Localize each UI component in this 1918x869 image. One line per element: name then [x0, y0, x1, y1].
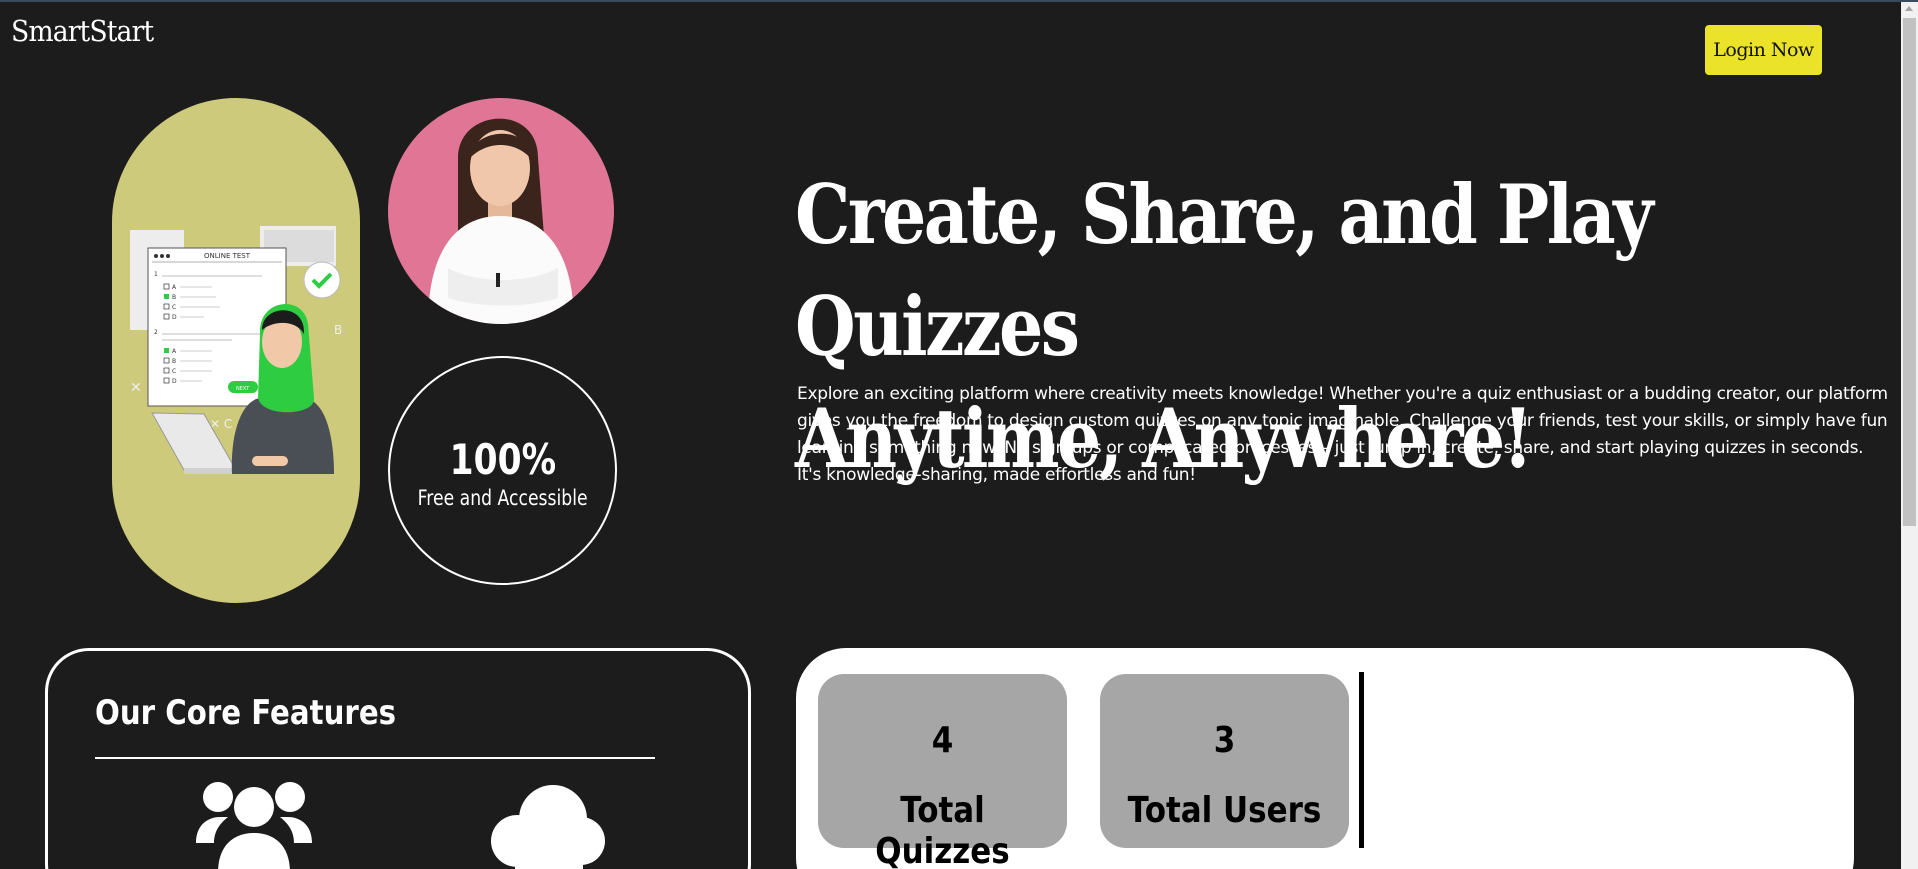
hero-description: Explore an exciting platform where creat… — [797, 384, 1888, 485]
svg-text:D: D — [172, 314, 177, 321]
svg-text:2: 2 — [154, 329, 158, 336]
svg-text:✕ C: ✕ C — [210, 417, 232, 431]
total-quizzes-value: 4 — [931, 720, 954, 761]
scroll-thumb[interactable] — [1903, 18, 1916, 526]
total-quizzes-label: Total Quizzes — [875, 790, 1010, 869]
total-users-card: 3 Total Users — [1100, 674, 1349, 848]
page-scrollbar[interactable] — [1901, 2, 1918, 869]
badge-label: Free and Accessible — [417, 486, 588, 510]
portrait-illustration — [428, 118, 574, 324]
svg-text:C: C — [172, 368, 176, 375]
window-top-border — [0, 0, 1918, 2]
hero-title-line-1: Create, Share, and Play Quizzes — [795, 168, 1654, 375]
svg-text:ONLINE TEST: ONLINE TEST — [204, 252, 251, 260]
svg-text:NEXT: NEXT — [236, 386, 250, 392]
stats-panel: 4 Total Quizzes 3 Total Users — [796, 648, 1854, 869]
features-divider — [95, 757, 655, 759]
scroll-up-arrow-icon[interactable] — [1905, 6, 1913, 11]
user-portrait-image — [388, 98, 614, 324]
svg-text:✕: ✕ — [130, 380, 142, 396]
free-accessible-badge: 100% Free and Accessible — [388, 356, 617, 585]
svg-text:D: D — [172, 378, 177, 385]
total-users-label: Total Users — [1127, 790, 1322, 831]
svg-text:B: B — [334, 323, 342, 337]
svg-text:B: B — [172, 358, 176, 365]
svg-text:C: C — [172, 304, 176, 311]
svg-text:B: B — [172, 294, 176, 301]
online-test-illustration: ONLINE TEST 1 A B C D 2 A B C D NEXT B ✕… — [130, 226, 342, 474]
cloud-icon — [489, 781, 605, 869]
stats-divider — [1359, 672, 1364, 848]
core-features-card: Our Core Features — [45, 648, 751, 869]
users-icon — [196, 777, 312, 869]
badge-value: 100% — [449, 435, 556, 484]
login-button[interactable]: Login Now — [1705, 25, 1822, 75]
total-quizzes-card: 4 Total Quizzes — [818, 674, 1067, 869]
svg-text:1: 1 — [154, 271, 158, 278]
total-users-value: 3 — [1213, 720, 1236, 761]
hero-illustration: ONLINE TEST 1 A B C D 2 A B C D NEXT B ✕… — [112, 98, 360, 603]
brand-logo[interactable]: SmartStart — [11, 14, 154, 48]
features-title: Our Core Features — [95, 693, 397, 733]
